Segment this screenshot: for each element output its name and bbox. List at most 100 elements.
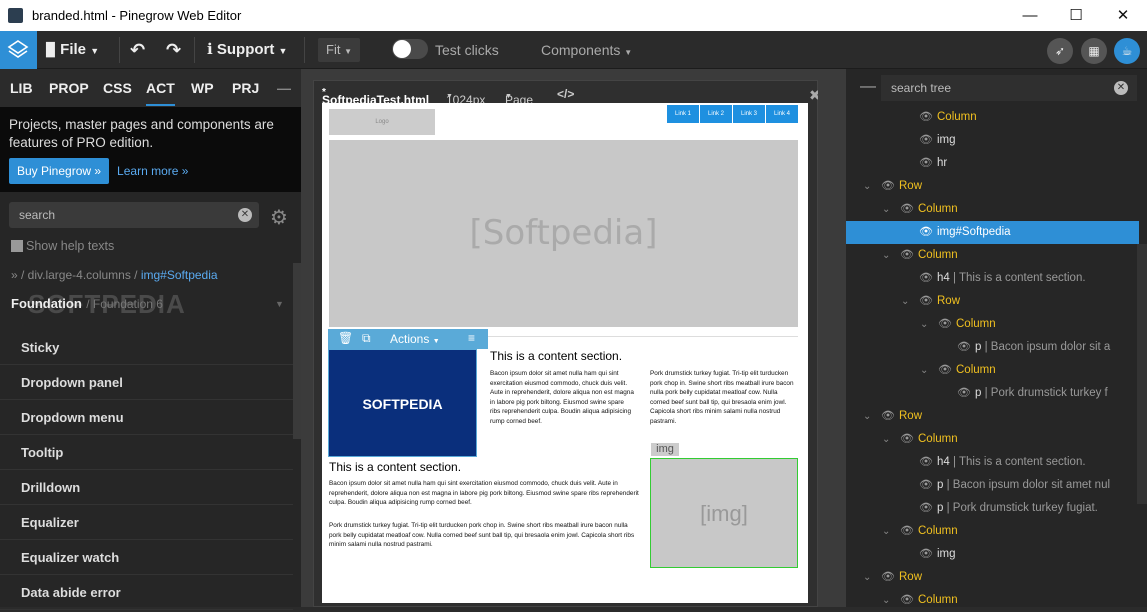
- eye-icon[interactable]: 👁: [919, 129, 933, 152]
- clear-search-icon[interactable]: ✕: [238, 208, 252, 222]
- chevron-down-icon[interactable]: ⌄: [882, 520, 890, 543]
- chevron-down-icon[interactable]: ▼: [275, 290, 284, 318]
- learn-more-link[interactable]: Learn more »: [117, 164, 188, 178]
- test-clicks-toggle[interactable]: [392, 39, 428, 59]
- menu-icon[interactable]: ≡: [468, 331, 475, 345]
- eye-icon[interactable]: 👁: [919, 267, 933, 290]
- eye-icon[interactable]: 👁: [900, 589, 914, 612]
- nav-link-4[interactable]: Link 4: [766, 105, 798, 123]
- close-window-button[interactable]: ✕: [1100, 0, 1146, 31]
- chevron-down-icon[interactable]: ⌄: [863, 175, 871, 198]
- tree-node[interactable]: 👁 h4 | This is a content section.: [846, 267, 1139, 290]
- eye-icon[interactable]: 👁: [900, 198, 914, 221]
- file-tab[interactable]: SoftpediaTest.html *: [322, 87, 429, 107]
- list-item[interactable]: Drilldown: [0, 470, 293, 505]
- eye-icon[interactable]: 👁: [919, 290, 933, 313]
- redo-button[interactable]: ↷: [166, 31, 181, 69]
- eye-icon[interactable]: 👁: [900, 244, 914, 267]
- eye-icon[interactable]: 👁: [900, 428, 914, 451]
- trash-icon[interactable]: 🗑: [338, 331, 353, 345]
- softpedia-image[interactable]: SOFTPEDIA: [328, 349, 477, 457]
- publish-button[interactable]: ➶: [1047, 38, 1073, 64]
- tree-node[interactable]: ⌄ 👁 Column: [846, 198, 1139, 221]
- code-view-button[interactable]: </>: [557, 87, 574, 101]
- tab-lib[interactable]: LIB: [10, 80, 33, 96]
- tree-node[interactable]: ⌄ 👁 Column: [846, 589, 1139, 612]
- content-paragraph[interactable]: Bacon ipsum dolor sit amet nulla ham qui…: [329, 479, 641, 508]
- collapse-tree-button[interactable]: —: [860, 78, 876, 96]
- pinegrow-logo-button[interactable]: [0, 31, 37, 69]
- tree-search-input[interactable]: search tree: [881, 75, 1137, 101]
- tree-node[interactable]: ⌄ 👁 Row: [846, 290, 1139, 313]
- eye-icon[interactable]: 👁: [881, 405, 895, 428]
- maximize-button[interactable]: ☐: [1053, 0, 1099, 31]
- tree-node[interactable]: ⌄ 👁 Column: [846, 359, 1139, 382]
- breadcrumb-current[interactable]: img#Softpedia: [141, 268, 218, 282]
- list-item[interactable]: Data abide error: [0, 575, 293, 610]
- support-menu[interactable]: ℹ Support ▼: [207, 31, 287, 69]
- tree-node[interactable]: 👁 hr: [846, 152, 1139, 175]
- tree-node[interactable]: 👁 img: [846, 543, 1139, 566]
- actions-menu[interactable]: Actions ▼: [390, 332, 440, 346]
- tree-node[interactable]: 👁 img#Softpedia: [846, 221, 1139, 244]
- buy-pinegrow-button[interactable]: Buy Pinegrow »: [9, 158, 110, 184]
- tree-node[interactable]: 👁 p | Pork drumstick turkey f: [846, 382, 1139, 405]
- eye-icon[interactable]: 👁: [881, 175, 895, 198]
- collapse-panel-button[interactable]: —: [277, 80, 291, 96]
- chevron-down-icon[interactable]: ⌄: [882, 244, 890, 267]
- tree-node[interactable]: ⌄ 👁 Column: [846, 428, 1139, 451]
- eye-icon[interactable]: 👁: [919, 543, 933, 566]
- chevron-down-icon[interactable]: ⌄: [863, 566, 871, 589]
- undo-button[interactable]: ↶: [130, 31, 145, 69]
- fit-dropdown[interactable]: Fit ▼: [318, 38, 360, 62]
- eye-icon[interactable]: 👁: [938, 359, 952, 382]
- tree-node[interactable]: 👁 p | Bacon ipsum dolor sit a: [846, 336, 1139, 359]
- nav-link-3[interactable]: Link 3: [733, 105, 765, 123]
- content-paragraph[interactable]: Bacon ipsum dolor sit amet nulla ham qui…: [490, 369, 635, 426]
- tab-css[interactable]: CSS: [103, 80, 132, 96]
- tab-prop[interactable]: PROP: [49, 80, 89, 96]
- content-paragraph[interactable]: Pork drumstick turkey fugiat. Tri-tip el…: [329, 521, 641, 550]
- file-menu[interactable]: ▉ File ▼: [46, 31, 99, 69]
- breadcrumb-path[interactable]: » / div.large-4.columns /: [11, 268, 141, 282]
- list-item[interactable]: Equalizer: [0, 505, 293, 540]
- chevron-down-icon[interactable]: ⌄: [882, 198, 890, 221]
- tree-node[interactable]: ⌄ 👁 Row: [846, 405, 1139, 428]
- tab-prj[interactable]: PRJ: [232, 80, 259, 96]
- eye-icon[interactable]: 👁: [919, 497, 933, 520]
- image-placeholder[interactable]: [img]: [650, 458, 798, 568]
- show-help-checkbox[interactable]: [11, 240, 23, 252]
- tree-node[interactable]: ⌄ 👁 Column: [846, 244, 1139, 267]
- duplicate-icon[interactable]: ⧉: [362, 331, 371, 346]
- list-item[interactable]: Tooltip: [0, 435, 293, 470]
- content-heading[interactable]: This is a content section.: [329, 460, 461, 474]
- tree-node[interactable]: ⌄ 👁 Row: [846, 175, 1139, 198]
- tree-node[interactable]: ⌄ 👁 Column: [846, 520, 1139, 543]
- content-heading[interactable]: This is a content section.: [490, 349, 622, 363]
- tree-node[interactable]: 👁 img: [846, 129, 1139, 152]
- eye-icon[interactable]: 👁: [919, 221, 933, 244]
- clear-tree-search-icon[interactable]: ✕: [1114, 81, 1128, 95]
- chevron-down-icon[interactable]: ⌄: [920, 313, 928, 336]
- eye-icon[interactable]: 👁: [919, 451, 933, 474]
- tree-node[interactable]: 👁 h4 | This is a content section.: [846, 451, 1139, 474]
- tab-act[interactable]: ACT: [146, 80, 175, 106]
- search-input[interactable]: search: [9, 202, 259, 228]
- nav-link-2[interactable]: Link 2: [700, 105, 732, 123]
- list-item[interactable]: Sticky: [0, 330, 293, 365]
- list-item[interactable]: Dropdown panel: [0, 365, 293, 400]
- eye-icon[interactable]: 👁: [881, 566, 895, 589]
- eye-icon[interactable]: 👁: [919, 106, 933, 129]
- hero-image-placeholder[interactable]: [Softpedia]: [329, 140, 798, 327]
- components-menu[interactable]: Components ▼: [541, 31, 632, 69]
- list-item[interactable]: Equalizer watch: [0, 540, 293, 575]
- show-help-row[interactable]: Show help texts: [0, 236, 301, 260]
- logo-placeholder[interactable]: Logo: [329, 109, 435, 135]
- chevron-down-icon[interactable]: ⌄: [863, 405, 871, 428]
- chevron-down-icon[interactable]: ⌄: [882, 589, 890, 612]
- eye-icon[interactable]: 👁: [919, 152, 933, 175]
- layout-button[interactable]: ▦: [1081, 38, 1107, 64]
- eye-icon[interactable]: 👁: [957, 382, 971, 405]
- nav-link-1[interactable]: Link 1: [667, 105, 699, 123]
- chevron-down-icon[interactable]: ⌄: [882, 428, 890, 451]
